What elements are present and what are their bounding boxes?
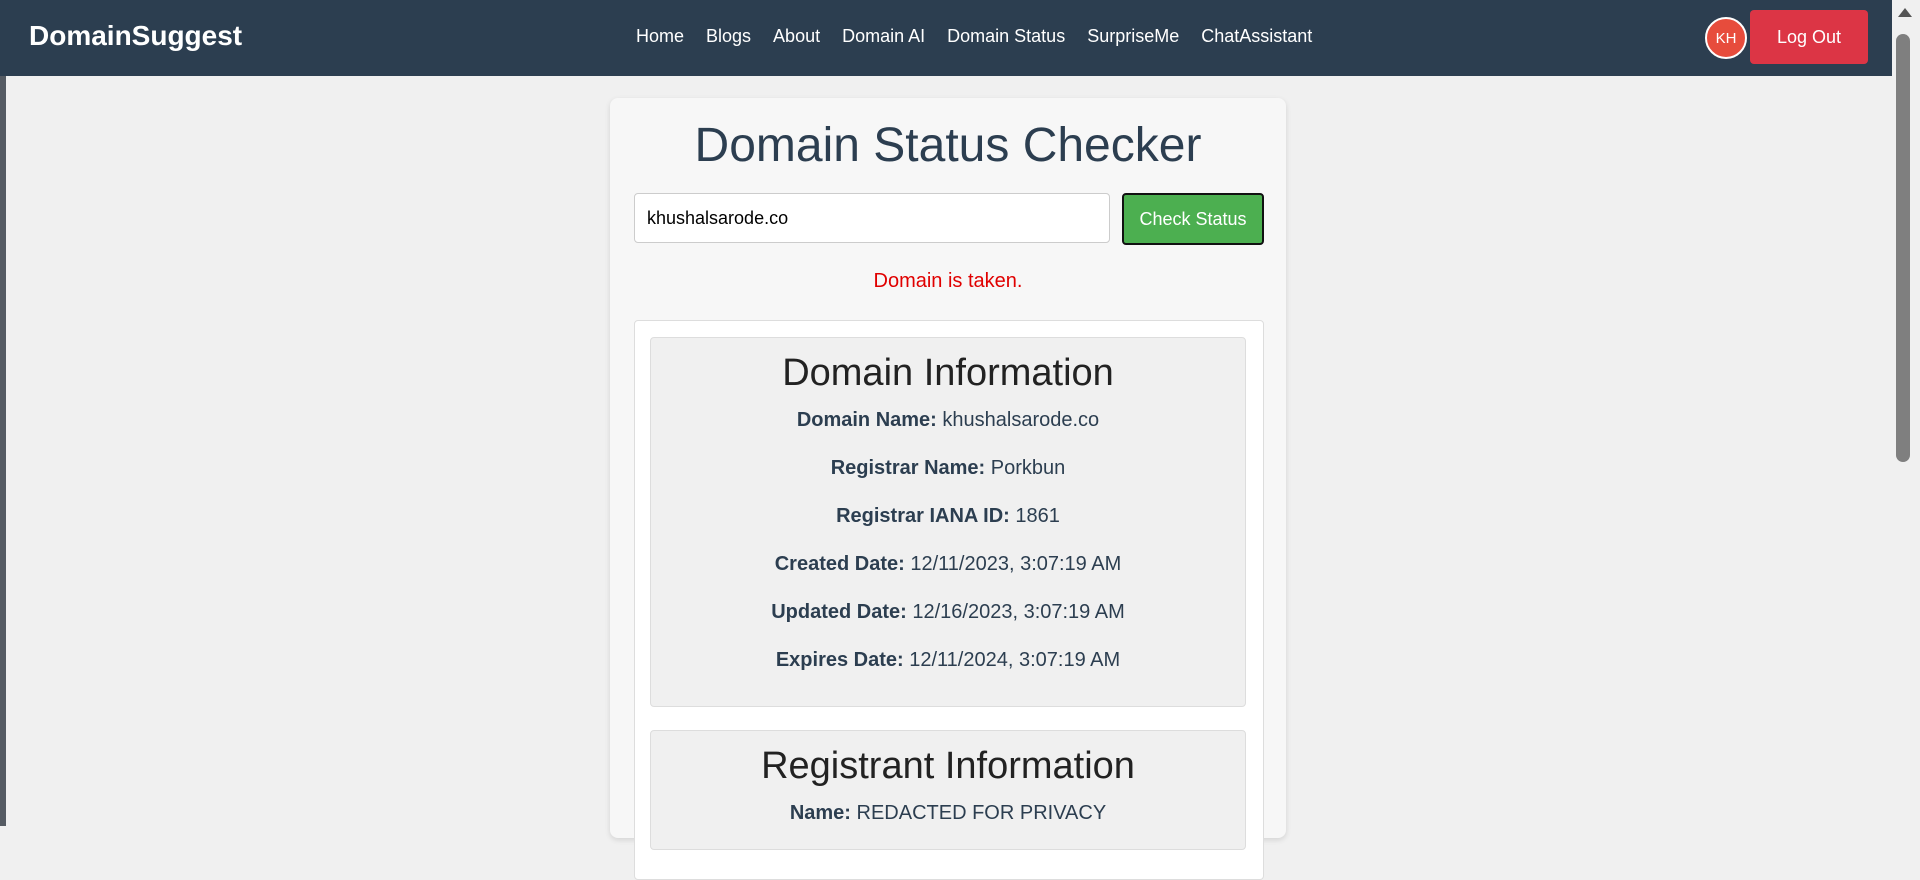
registrant-information-title: Registrant Information: [761, 745, 1135, 787]
scrollbar-thumb[interactable]: [1896, 34, 1910, 462]
scroll-up-arrow-icon[interactable]: [1898, 8, 1912, 17]
info-label: Created Date:: [774, 553, 905, 575]
info-value: REDACTED FOR PRIVACY: [856, 802, 1107, 824]
info-value: khushalsarode.co: [942, 409, 1100, 431]
nav-links: Home Blogs About Domain AI Domain Status…: [636, 24, 1334, 48]
info-label: Updated Date:: [771, 601, 907, 623]
info-label: Registrar IANA ID:: [836, 505, 1010, 527]
nav-link-surpriseme[interactable]: SurpriseMe: [1087, 24, 1179, 48]
info-row: Updated Date: 12/16/2023, 3:07:19 AM: [651, 600, 1245, 624]
page-title: Domain Status Checker: [694, 119, 1202, 172]
info-label: Domain Name:: [796, 409, 937, 431]
nav-link-home[interactable]: Home: [636, 24, 684, 48]
info-value: Porkbun: [990, 457, 1066, 479]
domain-information-title: Domain Information: [782, 352, 1114, 394]
nav-link-about[interactable]: About: [773, 24, 820, 48]
info-value: 1861: [1015, 505, 1060, 527]
info-row: Created Date: 12/11/2023, 3:07:19 AM: [651, 552, 1245, 576]
info-value: 12/11/2023, 3:07:19 AM: [910, 553, 1122, 575]
info-value: 12/11/2024, 3:07:19 AM: [909, 649, 1121, 671]
info-label: Name:: [789, 802, 851, 824]
nav-link-domain-status[interactable]: Domain Status: [947, 24, 1065, 48]
top-navbar: DomainSuggest Home Blogs About Domain AI…: [0, 0, 1892, 76]
info-row: Domain Name: khushalsarode.co: [651, 408, 1245, 432]
registrant-information-section: Registrant Information Name: REDACTED FO…: [650, 730, 1246, 850]
nav-link-blogs[interactable]: Blogs: [706, 24, 751, 48]
nav-link-chatassistant[interactable]: ChatAssistant: [1201, 24, 1312, 48]
info-value: 12/16/2023, 3:07:19 AM: [912, 601, 1125, 623]
domain-information-section: Domain Information Domain Name: khushals…: [650, 337, 1246, 707]
info-row: Name: REDACTED FOR PRIVACY: [651, 801, 1245, 825]
brand-logo[interactable]: DomainSuggest: [29, 20, 242, 52]
nav-link-domain-ai[interactable]: Domain AI: [842, 24, 925, 48]
info-row: Registrar IANA ID: 1861: [651, 504, 1245, 528]
status-message: Domain is taken.: [873, 270, 1023, 292]
logout-button[interactable]: Log Out: [1750, 10, 1868, 64]
info-row: Registrar Name: Porkbun: [651, 456, 1245, 480]
info-label: Expires Date:: [775, 649, 904, 671]
info-row: Expires Date: 12/11/2024, 3:07:19 AM: [651, 648, 1245, 672]
info-label: Registrar Name:: [830, 457, 986, 479]
user-avatar[interactable]: KH: [1705, 17, 1747, 59]
domain-input[interactable]: [634, 193, 1110, 243]
check-status-button[interactable]: Check Status: [1122, 193, 1264, 245]
